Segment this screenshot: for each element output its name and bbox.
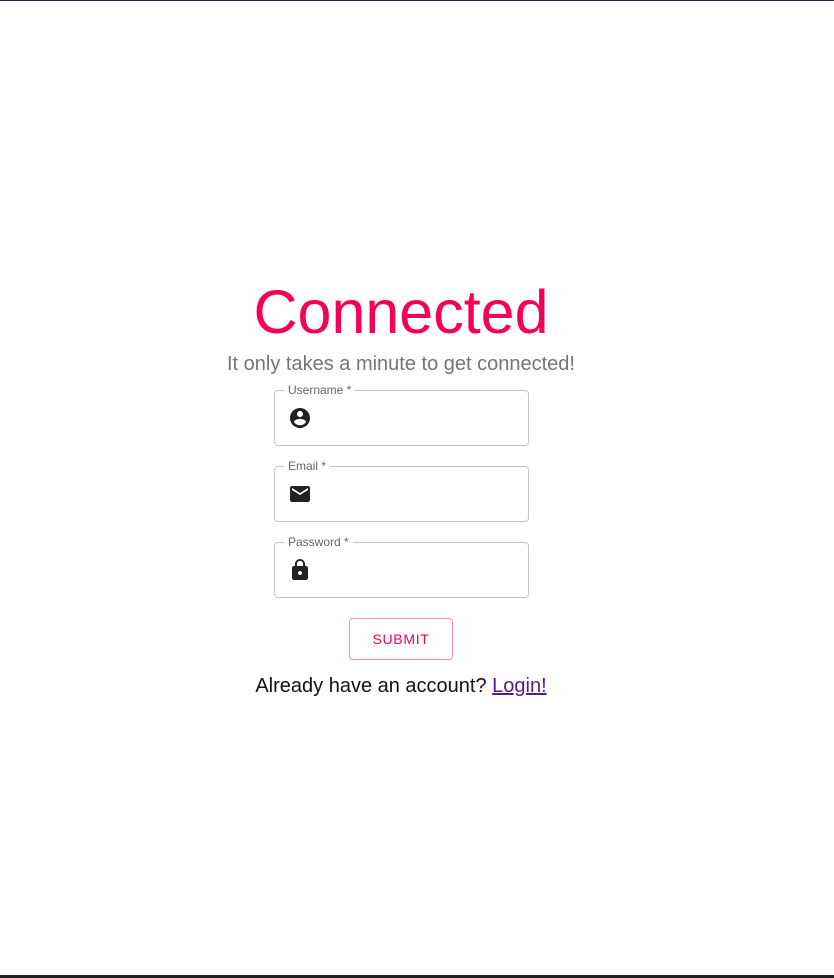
email-label: Email * [284,459,331,473]
password-field[interactable]: Password * [274,535,529,598]
signup-page: Connected It only takes a minute to get … [0,0,834,978]
password-input[interactable] [322,550,517,590]
login-link[interactable]: Login! [492,675,547,697]
password-label: Password * [284,535,353,549]
account-circle-icon [288,406,312,430]
email-field[interactable]: Email * [274,459,529,522]
login-prompt: Already have an account? Login! [0,674,802,698]
login-prompt-text: Already have an account? [255,675,493,697]
email-input[interactable] [322,474,517,514]
username-label: Username * [284,383,356,397]
page-subtitle: It only takes a minute to get connected! [227,353,575,375]
submit-button[interactable]: SUBMIT [349,618,453,660]
lock-icon [288,558,312,582]
username-input[interactable] [322,398,517,438]
username-field[interactable]: Username * [274,383,529,446]
top-divider [0,0,834,1]
page-title: Connected [253,278,549,346]
mail-icon [288,482,312,506]
